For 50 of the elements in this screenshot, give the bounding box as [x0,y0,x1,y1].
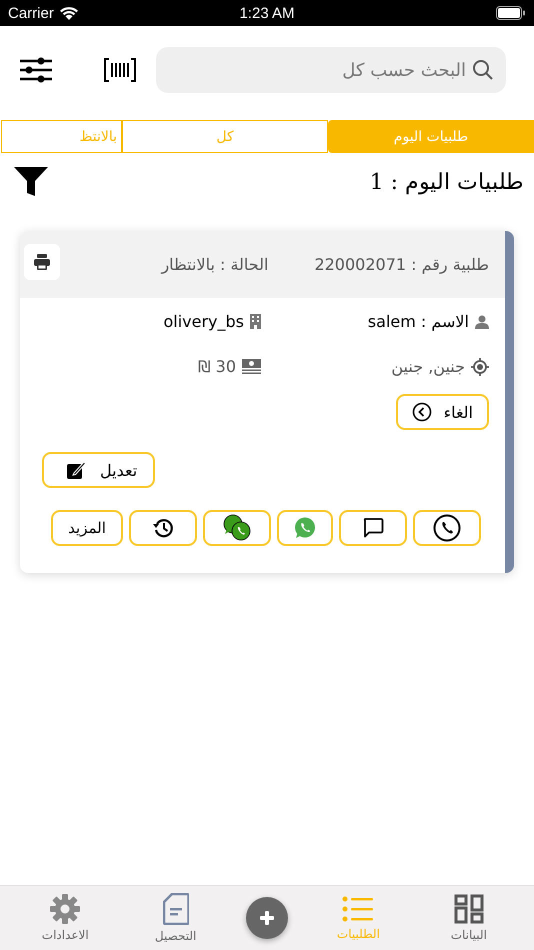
cash-icon [242,359,261,374]
nav-label: البيانات [450,928,487,942]
settings-icon [50,894,80,924]
whatsapp-button[interactable] [277,510,333,546]
person-icon [475,314,489,328]
whatsapp-business-button[interactable] [203,510,271,546]
building-icon [250,314,261,329]
more-button[interactable]: المزيد [51,510,123,546]
price-text: 30 ₪ [198,357,236,376]
order-status: الحالة : بالانتظار [161,255,268,274]
printer-icon [33,252,51,270]
cancel-button[interactable]: الغاء [396,394,489,430]
phone-button[interactable] [413,510,481,546]
location-text: جنين, جنين [391,357,465,376]
wifi-icon [58,6,79,20]
barcode-icon[interactable] [104,58,136,82]
nav-label: الاعدادات [42,928,89,942]
chat-bubble-icon [362,517,384,539]
filter-icon[interactable] [14,167,48,197]
search-field[interactable]: البحث حسب كل [156,47,506,93]
sliders-icon[interactable] [20,57,52,83]
nav-label: التحصيل [154,929,196,943]
list-icon [342,895,374,923]
edit-button[interactable]: تعديل [42,452,156,488]
sms-button[interactable] [339,510,407,546]
edit-icon [66,460,86,480]
carrier-label: Carrier [8,4,54,22]
heading: طلبيات اليوم : 1 [370,169,524,195]
phone-icon [433,514,461,542]
plus-icon [260,911,274,925]
search-icon [472,59,494,81]
customer-name: الاسم : salem [368,312,469,331]
company-name: olivery_bs [163,312,244,331]
nav-item[interactable]: الاعدادات [25,894,106,942]
document-icon [162,893,189,925]
status-time: 1:23 AM [238,4,296,22]
whatsapp-icon [294,517,316,539]
grid-icon [454,894,484,924]
history-icon [152,517,174,539]
location-icon [471,358,489,376]
nav-label: الطلبيات [336,927,380,941]
history-button[interactable] [129,510,197,546]
print-button[interactable] [24,244,60,280]
add-button[interactable] [246,897,288,939]
battery-icon [496,6,526,20]
chevron-circle-icon [412,402,432,422]
order-number: طلبية رقم : 220002071 [314,255,489,274]
chat-bubbles-icon [222,514,252,542]
nav-item[interactable]: التحصيل [136,893,216,943]
nav-item[interactable]: البيانات [428,894,509,942]
